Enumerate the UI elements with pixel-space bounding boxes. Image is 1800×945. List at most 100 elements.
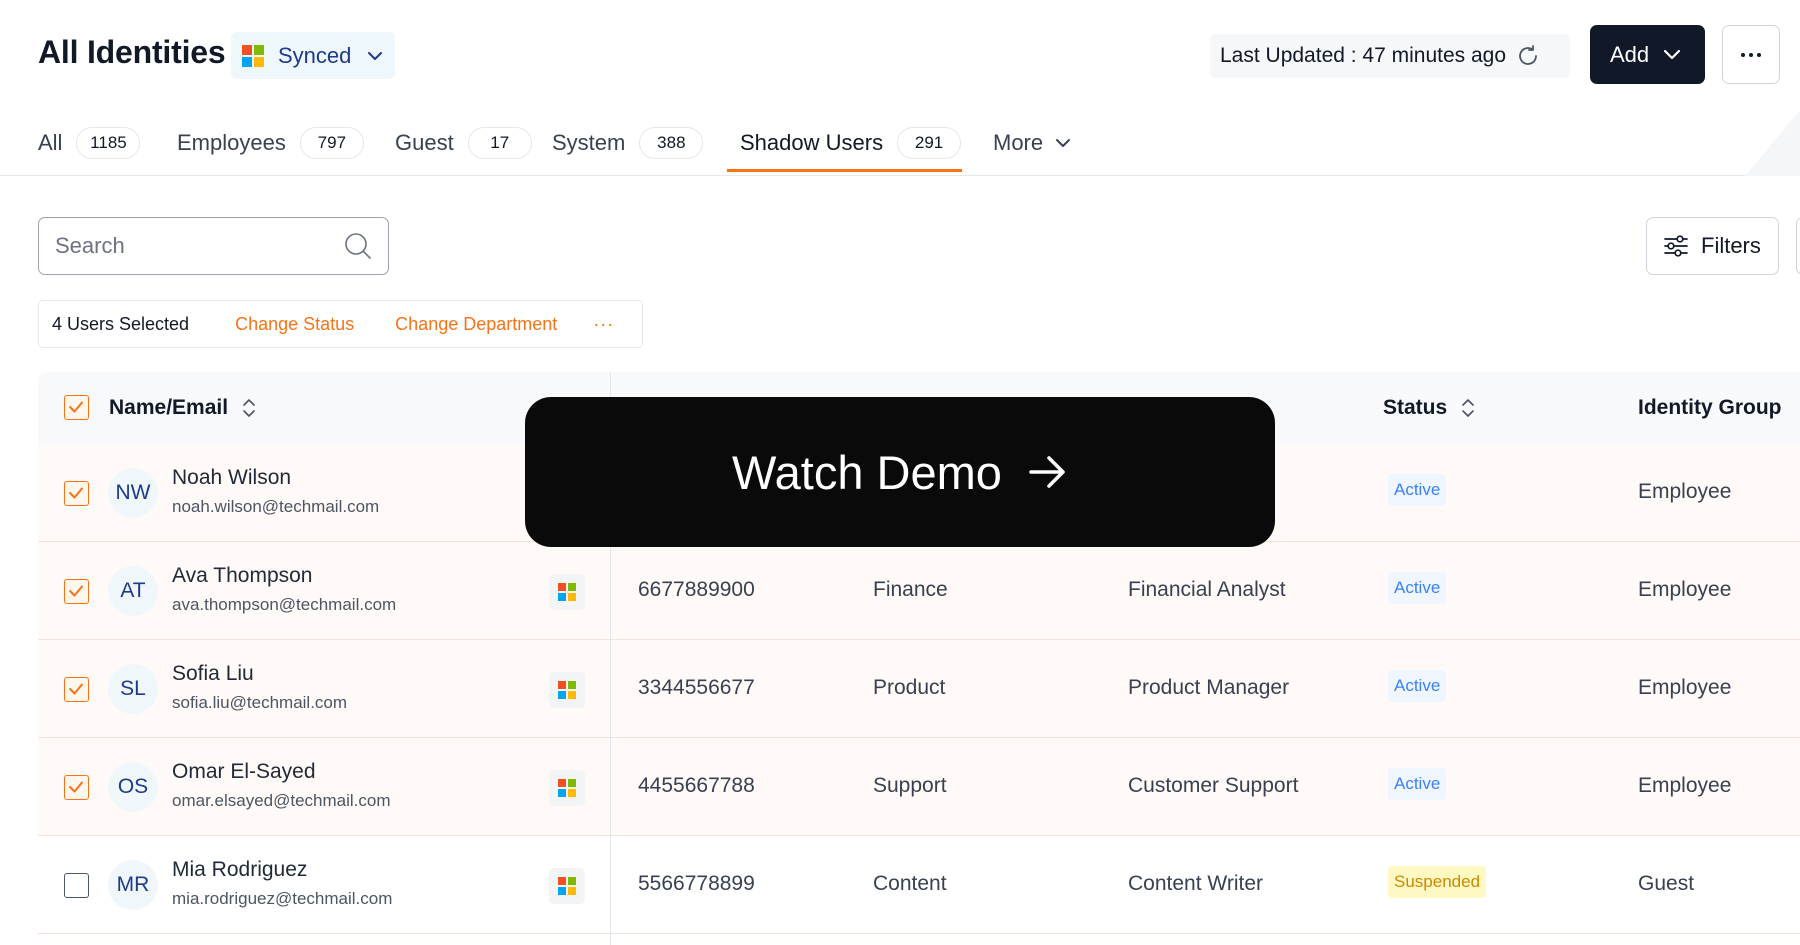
watch-demo-label: Watch Demo — [732, 445, 1002, 499]
tab-count-badge: 797 — [299, 127, 364, 159]
department: Product — [873, 676, 946, 699]
department: Support — [873, 774, 947, 797]
avatar: OS — [108, 762, 158, 812]
check-icon — [69, 585, 83, 597]
tab-count-badge: 17 — [467, 127, 532, 159]
sort-icon — [1462, 399, 1474, 417]
user-email: omar.elsayed@techmail.com — [172, 791, 391, 810]
check-icon — [69, 487, 83, 499]
microsoft-source-icon — [549, 574, 585, 610]
phone-number: 4455667788 — [638, 774, 755, 797]
column-header-status[interactable]: Status — [1383, 396, 1475, 420]
status-badge: Active — [1388, 670, 1447, 702]
search-input[interactable] — [55, 233, 325, 259]
table-row[interactable]: AT Ava Thompson ava.thompson@techmail.co… — [38, 542, 1800, 640]
job-title: Customer Support — [1128, 774, 1299, 797]
search-icon — [345, 233, 371, 259]
user-email: noah.wilson@techmail.com — [172, 497, 380, 516]
watch-demo-button[interactable]: Watch Demo — [525, 397, 1275, 547]
page-header: All Identities Synced Last Updated : 47 … — [0, 0, 1800, 110]
active-tab-underline — [727, 169, 962, 172]
identity-group: Employee — [1638, 774, 1732, 797]
table-row[interactable]: MR Mia Rodriguez mia.rodriguez@techmail.… — [38, 836, 1800, 934]
user-email: ava.thompson@techmail.com — [172, 595, 397, 614]
tab-all[interactable]: All 1185 — [38, 122, 141, 164]
avatar: MR — [108, 860, 158, 910]
phone-number: 6677889900 — [638, 578, 755, 601]
filters-button[interactable]: Filters — [1646, 217, 1779, 275]
user-email: sofia.liu@techmail.com — [172, 693, 348, 712]
more-actions-button[interactable]: ··· — [593, 314, 614, 335]
identity-group: Guest — [1638, 872, 1695, 895]
user-name[interactable]: Noah Wilson — [172, 466, 291, 490]
row-checkbox[interactable] — [64, 677, 89, 702]
user-name[interactable]: Mia Rodriguez — [172, 858, 307, 882]
row-checkbox[interactable] — [64, 579, 89, 604]
identity-tabs: All 1185 Employees 797 Guest 17 System 3… — [0, 110, 1800, 176]
add-button[interactable]: Add — [1590, 25, 1705, 84]
microsoft-source-icon — [549, 770, 585, 806]
arrow-right-icon — [1029, 456, 1065, 488]
sliders-icon — [1664, 235, 1688, 257]
sort-icon — [243, 399, 255, 417]
last-updated-text: Last Updated : 47 minutes ago — [1220, 44, 1507, 67]
microsoft-source-icon — [549, 868, 585, 904]
job-title: Content Writer — [1128, 872, 1263, 895]
sync-source-dropdown[interactable]: Synced — [231, 32, 395, 79]
tab-label: Guest — [395, 130, 454, 155]
chevron-down-icon — [1664, 49, 1681, 60]
tab-count-badge: 1185 — [76, 127, 141, 159]
check-icon — [69, 401, 83, 413]
tab-guest[interactable]: Guest 17 — [395, 122, 532, 164]
tab-count-badge: 291 — [897, 127, 962, 159]
row-checkbox[interactable] — [64, 481, 89, 506]
column-header-identity-group[interactable]: Identity Group — [1638, 396, 1782, 420]
tab-label: Shadow Users — [740, 130, 884, 155]
tab-label: All — [38, 130, 63, 155]
column-header-label: Identity Group — [1638, 396, 1782, 419]
tab-label: Employees — [177, 130, 286, 155]
row-checkbox[interactable] — [64, 873, 89, 898]
tab-label: More — [993, 130, 1044, 155]
check-icon — [69, 683, 83, 695]
identity-group: Employee — [1638, 578, 1732, 601]
phone-number: 3344556677 — [638, 676, 755, 699]
user-name[interactable]: Sofia Liu — [172, 662, 254, 686]
row-checkbox[interactable] — [64, 775, 89, 800]
table-row[interactable]: OS Omar El-Sayed omar.elsayed@techmail.c… — [38, 738, 1800, 836]
identity-group: Employee — [1638, 480, 1732, 503]
status-badge: Suspended — [1388, 866, 1487, 898]
status-badge: Active — [1388, 768, 1447, 800]
tab-shadow-users[interactable]: Shadow Users 291 — [740, 122, 962, 164]
department: Content — [873, 872, 947, 895]
job-title: Product Manager — [1128, 676, 1290, 699]
job-title: Financial Analyst — [1128, 578, 1286, 601]
change-status-action[interactable]: Change Status — [235, 314, 354, 335]
avatar: NW — [108, 468, 158, 518]
department: Finance — [873, 578, 948, 601]
sync-label: Synced — [278, 42, 352, 68]
refresh-icon[interactable] — [1516, 44, 1540, 68]
tab-employees[interactable]: Employees 797 — [177, 122, 364, 164]
search-box[interactable] — [38, 217, 389, 275]
tab-count-badge: 388 — [639, 127, 704, 159]
bulk-action-bar: 4 Users Selected Change Status Change De… — [38, 300, 643, 348]
page-title: All Identities — [38, 34, 226, 70]
change-department-action[interactable]: Change Department — [395, 314, 557, 335]
filters-label: Filters — [1701, 233, 1761, 258]
user-name[interactable]: Ava Thompson — [172, 564, 312, 588]
user-name[interactable]: Omar El-Sayed — [172, 760, 316, 784]
avatar: AT — [108, 566, 158, 616]
tab-more[interactable]: More — [993, 122, 1071, 164]
more-options-button[interactable] — [1722, 25, 1780, 84]
chevron-down-icon — [1056, 139, 1071, 147]
select-all-checkbox[interactable] — [64, 395, 89, 420]
clipped-button[interactable] — [1796, 217, 1800, 275]
more-horizontal-icon — [1741, 52, 1761, 57]
microsoft-source-icon — [549, 672, 585, 708]
table-row[interactable]: SL Sofia Liu sofia.liu@techmail.com 3344… — [38, 640, 1800, 738]
tab-system[interactable]: System 388 — [552, 122, 704, 164]
microsoft-logo-icon — [242, 44, 264, 67]
column-header-name[interactable]: Name/Email — [109, 396, 256, 420]
column-header-label: Status — [1383, 396, 1448, 419]
